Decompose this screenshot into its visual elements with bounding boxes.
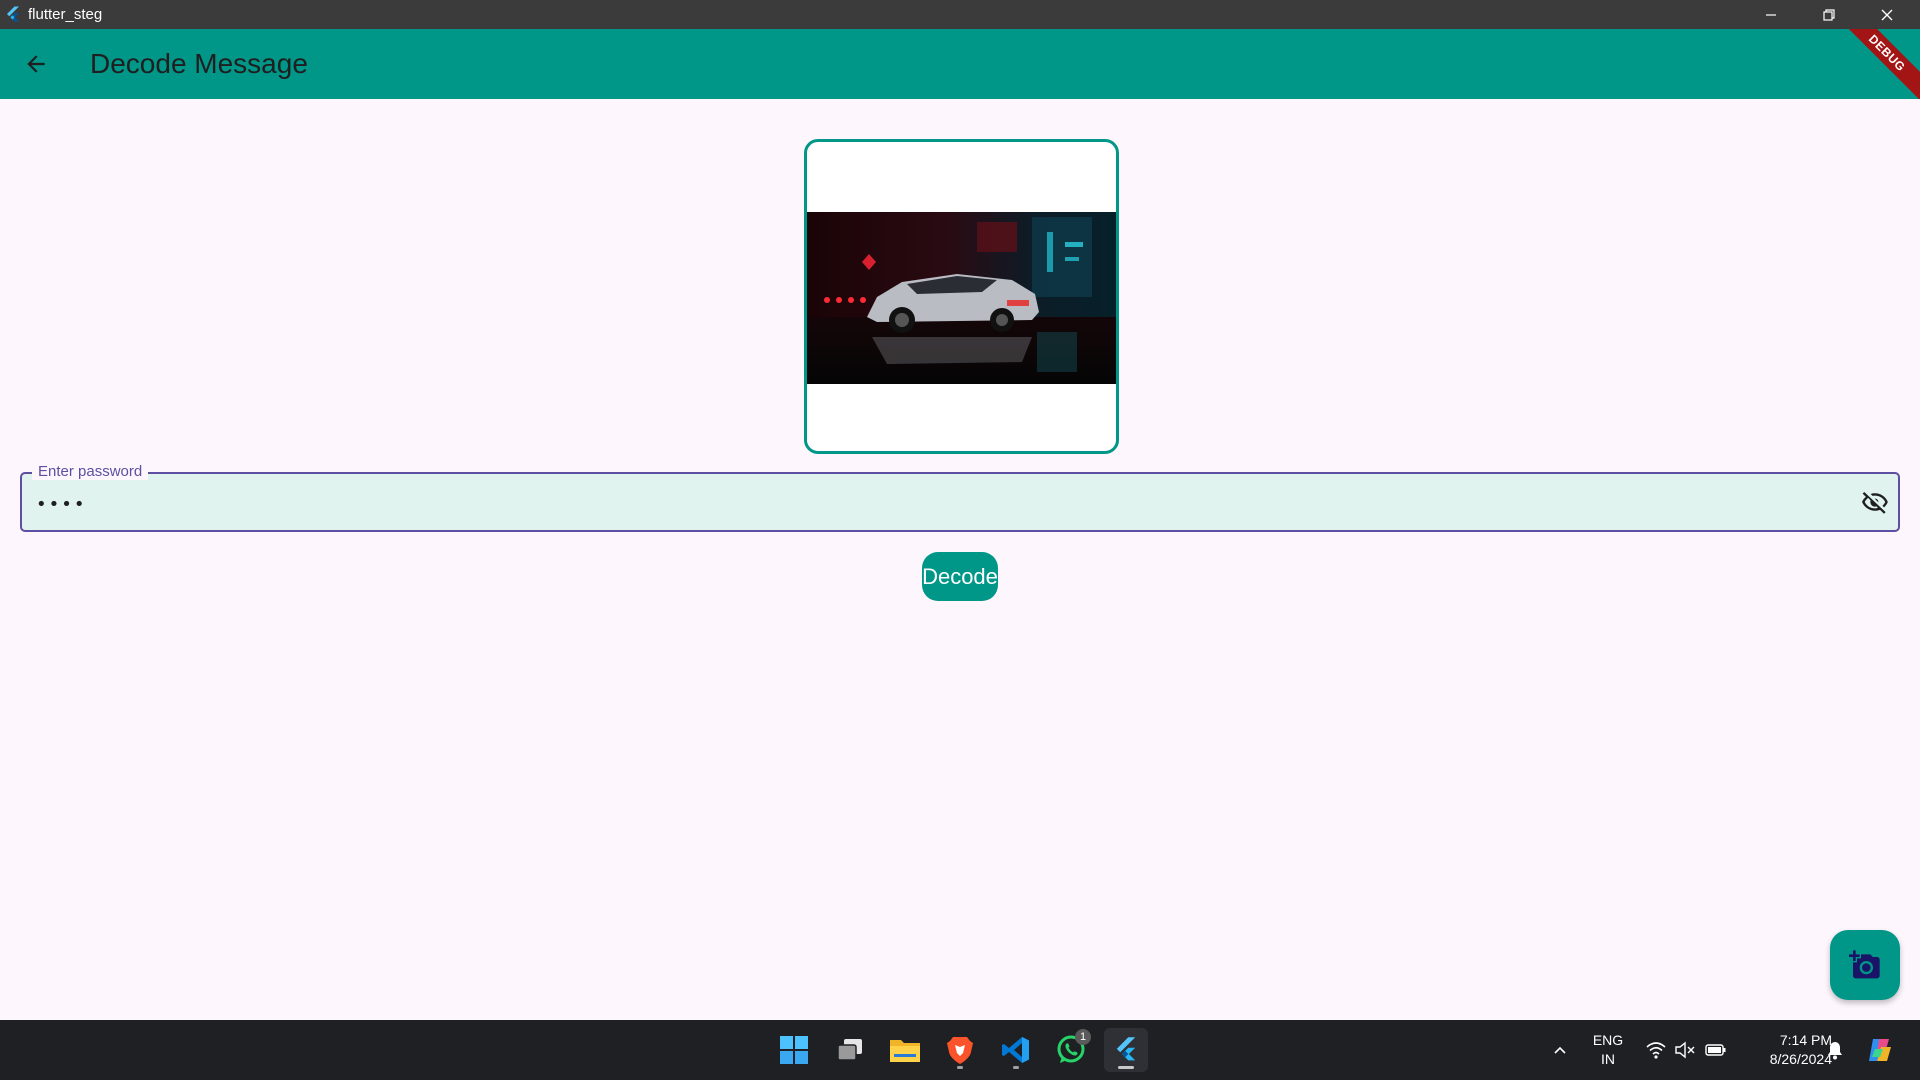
battery-button[interactable]: [1703, 1020, 1729, 1080]
flutter-logo-icon: [7, 6, 19, 22]
minimize-icon: [1766, 13, 1776, 16]
close-icon: [1881, 9, 1893, 20]
copilot-icon: [1869, 1039, 1891, 1061]
taskbar-flutter-app[interactable]: [1104, 1028, 1148, 1072]
back-button[interactable]: [18, 46, 54, 82]
add-photo-fab[interactable]: [1830, 930, 1900, 1000]
time-text: 7:14 PM: [1779, 1032, 1832, 1048]
language-region: IN: [1601, 1051, 1615, 1067]
window-titlebar: flutter_steg: [0, 0, 1920, 29]
volume-button[interactable]: [1673, 1020, 1697, 1080]
page-title: Decode Message: [90, 48, 308, 79]
battery-charging-icon: [1705, 1044, 1726, 1056]
notification-badge: 1: [1075, 1029, 1091, 1045]
restore-icon: [1823, 8, 1835, 21]
decode-button[interactable]: Decode: [922, 552, 998, 601]
taskbar-start[interactable]: [772, 1028, 816, 1072]
password-label: Enter password: [32, 463, 149, 480]
taskbar-task-view[interactable]: [828, 1028, 872, 1072]
password-field[interactable]: Enter password: [20, 463, 1900, 532]
clock[interactable]: 7:14 PM 8/26/2024: [1736, 1031, 1832, 1069]
flutter-icon: [1116, 1037, 1136, 1061]
close-button[interactable]: [1858, 0, 1916, 29]
language-indicator[interactable]: ENG IN: [1588, 1031, 1628, 1069]
folder-icon: [890, 1040, 920, 1062]
notifications-button[interactable]: [1824, 1020, 1846, 1080]
arrow-back-icon: [27, 55, 45, 73]
running-indicator: [957, 1066, 963, 1069]
volume-muted-icon: [1675, 1041, 1695, 1059]
taskbar-whatsapp[interactable]: 1: [1049, 1028, 1093, 1072]
taskbar: 1 ENG IN 7:14 PM 8/26/2024: [0, 1020, 1920, 1080]
restore-button[interactable]: [1800, 0, 1858, 29]
image-preview[interactable]: [804, 139, 1119, 454]
windows-icon: [780, 1036, 808, 1064]
copilot-button[interactable]: [1862, 1020, 1898, 1080]
debug-banner: DEBUG: [1826, 29, 1920, 99]
active-indicator: [1118, 1066, 1134, 1069]
window-title: flutter_steg: [28, 6, 103, 23]
taskbar-file-explorer[interactable]: [883, 1028, 927, 1072]
toggle-visibility-button[interactable]: [1860, 487, 1890, 517]
language-code: ENG: [1592, 1032, 1624, 1048]
minimize-button[interactable]: [1742, 0, 1800, 29]
vscode-icon: [1002, 1037, 1029, 1063]
bell-icon: [1828, 1042, 1842, 1060]
car-photo: [807, 212, 1116, 384]
chevron-up-icon: [1554, 1046, 1566, 1054]
password-input[interactable]: [34, 488, 1818, 520]
add-a-photo-icon: [1849, 950, 1880, 979]
date-text: 8/26/2024: [1769, 1051, 1832, 1067]
wifi-button[interactable]: [1644, 1020, 1668, 1080]
app-bar: Decode Message DEBUG: [0, 29, 1920, 99]
taskbar-brave[interactable]: [938, 1028, 982, 1072]
taskbar-vscode[interactable]: [994, 1028, 1038, 1072]
brave-icon: [947, 1037, 973, 1064]
show-hidden-icons-button[interactable]: [1547, 1020, 1573, 1080]
wifi-icon: [1646, 1042, 1666, 1059]
visibility-off-icon: [1862, 491, 1888, 514]
task-view-icon: [837, 1039, 862, 1061]
running-indicator: [1013, 1066, 1019, 1069]
